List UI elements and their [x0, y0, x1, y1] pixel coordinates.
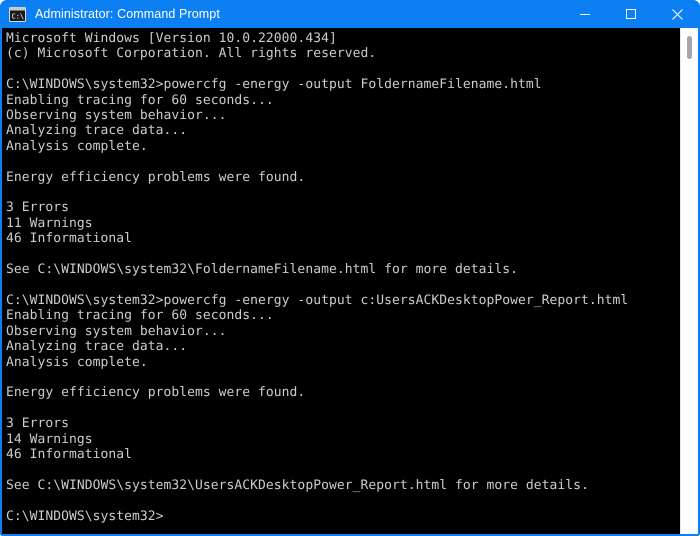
console-output: Microsoft Windows [Version 10.0.22000.43…: [6, 31, 629, 524]
maximize-button[interactable]: [608, 0, 654, 28]
command-prompt-window: C:\ Administrator: Command Prompt Micros…: [0, 0, 700, 536]
svg-text:C:\: C:\: [12, 12, 25, 20]
vertical-scrollbar[interactable]: [680, 28, 698, 534]
maximize-icon: [626, 9, 636, 19]
console-screen[interactable]: Microsoft Windows [Version 10.0.22000.43…: [2, 28, 680, 534]
console-area: Microsoft Windows [Version 10.0.22000.43…: [0, 28, 700, 536]
close-icon: [671, 8, 683, 20]
close-button[interactable]: [654, 0, 700, 28]
scrollbar-thumb[interactable]: [687, 36, 692, 59]
minimize-icon: [580, 14, 590, 15]
title-bar[interactable]: C:\ Administrator: Command Prompt: [0, 0, 700, 28]
window-title: Administrator: Command Prompt: [35, 7, 220, 21]
minimize-button[interactable]: [562, 0, 608, 28]
command-prompt-icon: C:\: [9, 6, 26, 22]
